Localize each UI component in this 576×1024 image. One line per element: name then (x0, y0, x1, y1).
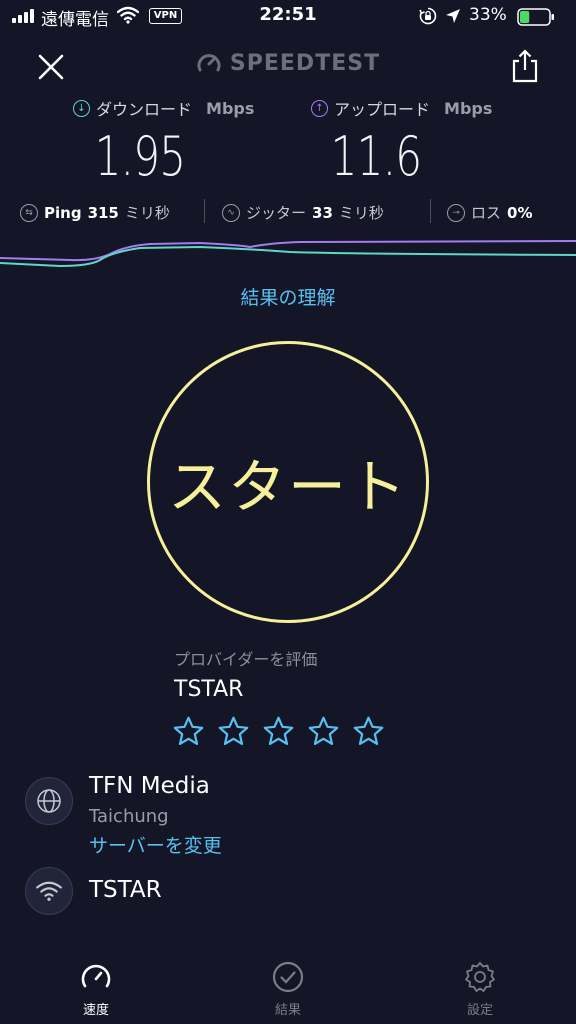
download-unit: Mbps (206, 98, 255, 118)
jitter-value: 33 (312, 203, 333, 222)
server-name: TFN Media (89, 773, 210, 799)
latency-row: ⇆ Ping 315 ミリ秒 ∿ ジッター 33 ミリ秒 ⊸ ロス 0% (0, 199, 576, 225)
download-header: ↓ ダウンロード Mbps (73, 96, 254, 120)
server-globe (25, 777, 73, 825)
gauge-logo-icon (197, 54, 221, 72)
tab-speed[interactable]: 速度 (56, 960, 136, 1018)
star-icon[interactable] (352, 715, 385, 748)
speedometer-icon (81, 964, 111, 988)
logo-text: SPEEDTEST (229, 50, 381, 76)
battery-icon (517, 8, 555, 26)
jitter-item: ∿ ジッター 33 ミリ秒 (222, 202, 384, 223)
jitter-icon: ∿ (222, 203, 240, 222)
divider (430, 199, 431, 223)
ping-icon: ⇆ (20, 203, 38, 222)
jitter-unit: ミリ秒 (338, 204, 384, 222)
gear-icon (465, 962, 495, 992)
loss-icon: ⊸ (447, 203, 465, 222)
ping-unit: ミリ秒 (124, 204, 170, 222)
download-value: 1.95 (94, 125, 186, 188)
speed-graph (0, 240, 576, 268)
connection-wifi (25, 867, 73, 915)
upload-arrow-icon: ↑ (311, 99, 328, 117)
rotation-lock-icon (419, 7, 437, 25)
ping-value: 315 (87, 203, 119, 222)
tab-speed-label: 速度 (82, 1003, 109, 1018)
globe-icon (37, 789, 61, 813)
download-label: ダウンロード (96, 100, 193, 119)
wifi-icon (36, 881, 62, 901)
start-button[interactable]: スタート (147, 341, 429, 623)
download-graph-line (0, 245, 576, 268)
upload-label: アップロード (334, 100, 431, 119)
star-icon[interactable] (262, 715, 295, 748)
upload-value: 11.6 (330, 125, 422, 188)
upload-header: ↑ アップロード Mbps (311, 96, 492, 120)
tab-bar: 速度 結果 設定 (0, 948, 576, 1024)
start-label: スタート (167, 453, 408, 521)
upload-unit: Mbps (444, 98, 493, 118)
tab-settings[interactable]: 設定 (440, 960, 520, 1018)
tab-results[interactable]: 結果 (248, 960, 328, 1018)
loss-value: 0% (507, 203, 533, 222)
jitter-label: ジッター (246, 204, 307, 222)
star-rating (172, 715, 385, 748)
star-icon[interactable] (307, 715, 340, 748)
rate-provider-label: プロバイダーを評価 (174, 650, 318, 669)
share-button[interactable] (510, 48, 540, 84)
understand-results-link[interactable]: 結果の理解 (0, 283, 576, 310)
battery-percent: 33% (469, 5, 507, 25)
tab-settings-label: 設定 (466, 1003, 493, 1018)
provider-name: TSTAR (174, 677, 244, 702)
change-server-link[interactable]: サーバーを変更 (89, 831, 222, 858)
tab-results-label: 結果 (274, 1003, 301, 1018)
loss-item: ⊸ ロス 0% (447, 202, 532, 223)
divider (204, 199, 205, 223)
server-city: Taichung (89, 806, 169, 827)
download-arrow-icon: ↓ (73, 99, 90, 117)
star-icon[interactable] (217, 715, 250, 748)
location-arrow-icon (446, 9, 460, 23)
ping-label: Ping (44, 203, 82, 222)
loss-label: ロス (471, 204, 502, 222)
upload-graph-line (0, 240, 576, 262)
check-circle-icon (272, 961, 304, 993)
status-bar: 遠傳電信 VPN 22:51 33% (0, 0, 576, 34)
isp-name: TSTAR (89, 877, 162, 903)
star-icon[interactable] (172, 715, 205, 748)
ping-item: ⇆ Ping 315 ミリ秒 (20, 202, 170, 223)
speedtest-logo: SPEEDTEST (0, 50, 576, 80)
